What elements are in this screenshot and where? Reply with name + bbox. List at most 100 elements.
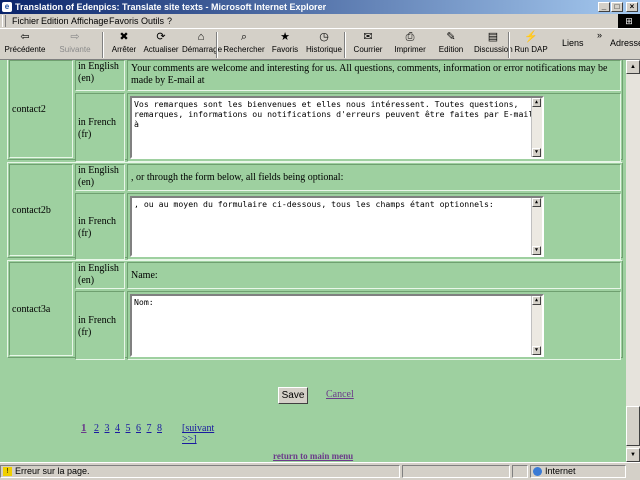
french-label: in French (fr) — [75, 291, 125, 360]
page-current: 1 — [81, 422, 87, 434]
refresh-icon: ⟳ — [156, 31, 166, 43]
french-textarea[interactable]: , ou au moyen du formulaire ci-dessous, … — [130, 196, 544, 257]
toolbar-separator — [102, 32, 104, 58]
toolbar-button-courrier[interactable]: ✉ Courrier — [349, 30, 387, 58]
scroll-up-icon[interactable]: ▲ — [532, 296, 541, 305]
scroll-thumb[interactable] — [626, 406, 640, 446]
save-button[interactable]: Save — [278, 387, 308, 404]
menu-affichage[interactable]: Affichage — [71, 15, 108, 27]
page-link[interactable]: 2 — [94, 423, 99, 434]
textarea-scrollbar[interactable]: ▲ ▼ — [531, 198, 542, 255]
menu-fichier[interactable]: Fichier — [12, 15, 39, 27]
toolbar-button-label: Suivante — [59, 45, 91, 54]
scroll-up-icon[interactable]: ▲ — [626, 60, 640, 74]
english-label: in English (en) — [75, 164, 125, 191]
mail-icon: ✉ — [363, 31, 373, 43]
forward-arrow-icon: ⇨ — [70, 31, 80, 43]
toolbar-button-imprimer[interactable]: ⎙ Imprimer — [390, 30, 430, 58]
page-scrollbar[interactable]: ▲ ▼ — [626, 60, 640, 462]
toolbar-button-favoris[interactable]: ★ Favoris — [268, 30, 302, 58]
page-link[interactable]: 7 — [147, 423, 152, 434]
window-title: Translation of Edenpics: Translate site … — [15, 2, 327, 12]
scroll-down-icon[interactable]: ▼ — [532, 346, 541, 355]
maximize-button[interactable]: □ — [611, 2, 623, 12]
toolbar-button-d-marrage[interactable]: ⌂ Démarrage — [182, 30, 223, 58]
title-bar: e Translation of Edenpics: Translate sit… — [0, 0, 640, 14]
toolbar-button-run-dap[interactable]: ⚡ Run DAP — [513, 30, 549, 58]
key-cell: contact2 — [9, 60, 73, 158]
warning-icon[interactable]: ! — [3, 467, 12, 477]
chevron-icon[interactable]: » — [597, 30, 602, 40]
cancel-link[interactable]: Cancel — [326, 389, 354, 400]
toolbar-button-pr-c-dente[interactable]: ⇦ Précédente — [2, 30, 48, 58]
scroll-down-icon[interactable]: ▼ — [532, 246, 541, 255]
scroll-up-icon[interactable]: ▲ — [532, 198, 541, 207]
french-textarea-value: Vos remarques sont les bienvenues et ell… — [134, 99, 534, 129]
toolbar-button-discussion[interactable]: ▤ Discussion — [474, 30, 513, 58]
french-label: in French (fr) — [75, 93, 125, 162]
minimize-button[interactable]: _ — [598, 2, 610, 12]
toolbar-separator — [216, 32, 218, 58]
french-cell: , ou au moyen du formulaire ci-dessous, … — [127, 193, 621, 260]
toolbar-button-label: Arrêter — [111, 45, 137, 54]
search-icon: ⌕ — [240, 31, 248, 43]
toolbar-button-label: Imprimer — [394, 45, 426, 54]
toolbar-button-label: Précédente — [4, 45, 46, 54]
menu-help[interactable]: ? — [167, 15, 172, 27]
toolbar-button-label: Rechercher — [223, 45, 265, 54]
french-textarea-value: Nom: — [134, 297, 154, 307]
toolbar-button-label: Favoris — [271, 45, 299, 54]
key-cell: contact3a — [9, 262, 73, 356]
edit-icon: ✎ — [446, 31, 456, 43]
textarea-scrollbar[interactable]: ▲ ▼ — [531, 98, 542, 157]
toolbar-button-label: Actualiser — [143, 45, 179, 54]
menu-outils[interactable]: Outils — [141, 15, 164, 27]
links-button[interactable]: Liens — [562, 38, 584, 48]
back-arrow-icon: ⇦ — [20, 31, 30, 43]
french-textarea[interactable]: Vos remarques sont les bienvenues et ell… — [130, 96, 544, 159]
page-link[interactable]: 5 — [126, 423, 131, 434]
stop-icon: ✖ — [119, 31, 129, 43]
english-text: Name: — [127, 262, 621, 289]
status-zone: Internet — [545, 466, 576, 476]
scroll-down-icon[interactable]: ▼ — [532, 148, 541, 157]
windows-logo-icon: ⊞ — [618, 14, 640, 28]
discussion-icon: ▤ — [487, 31, 499, 43]
scroll-down-icon[interactable]: ▼ — [626, 448, 640, 462]
french-textarea[interactable]: Nom: ▲ ▼ — [130, 294, 544, 357]
toolbar-button-arr-ter[interactable]: ✖ Arrêter — [108, 30, 140, 58]
menu-bar: Fichier Edition Affichage Favoris Outils… — [0, 14, 640, 28]
run-dap-icon: ⚡ — [524, 31, 538, 43]
textarea-scrollbar[interactable]: ▲ ▼ — [531, 296, 542, 355]
menu-favoris[interactable]: Favoris — [109, 15, 139, 27]
toolbar-button-label: Démarrage — [182, 45, 223, 54]
page-link[interactable]: 6 — [136, 423, 141, 434]
page-link[interactable]: 3 — [105, 423, 110, 434]
internet-zone-icon — [533, 467, 542, 477]
english-text: Your comments are welcome and interestin… — [127, 60, 621, 91]
toolbar-button-historique[interactable]: ◷ Historique — [304, 30, 344, 58]
scroll-up-icon[interactable]: ▲ — [532, 98, 541, 107]
return-to-main-menu-link[interactable]: return to main menu — [273, 451, 353, 461]
next-page-link[interactable]: [suivant >>] — [182, 423, 214, 445]
toolbar-button-actualiser[interactable]: ⟳ Actualiser — [142, 30, 180, 58]
status-lock-pane — [512, 465, 528, 478]
menu-edition[interactable]: Edition — [41, 15, 69, 27]
key-cell: contact2b — [9, 164, 73, 256]
status-pane-empty-1 — [402, 465, 510, 478]
close-button[interactable]: × — [626, 2, 638, 12]
toolbar-button-edition[interactable]: ✎ Edition — [432, 30, 470, 58]
toolbar-button-rechercher[interactable]: ⌕ Rechercher — [222, 30, 266, 58]
print-icon: ⎙ — [405, 31, 415, 43]
toolbar-button-suivante[interactable]: ⇨ Suivante — [52, 30, 98, 58]
status-zone-pane: Internet — [530, 465, 626, 478]
page-link[interactable]: 4 — [115, 423, 120, 434]
status-bar: ! Erreur sur la page. Internet — [0, 462, 640, 480]
french-textarea-value: , ou au moyen du formulaire ci-dessous, … — [134, 199, 494, 209]
status-message: Erreur sur la page. — [15, 466, 90, 476]
page-link[interactable]: 8 — [157, 423, 162, 434]
status-message-pane: ! Erreur sur la page. — [0, 465, 400, 478]
address-button[interactable]: Adresse — [610, 38, 640, 48]
toolbar-button-label: Edition — [438, 45, 464, 54]
toolbar-button-label: Courrier — [353, 45, 383, 54]
